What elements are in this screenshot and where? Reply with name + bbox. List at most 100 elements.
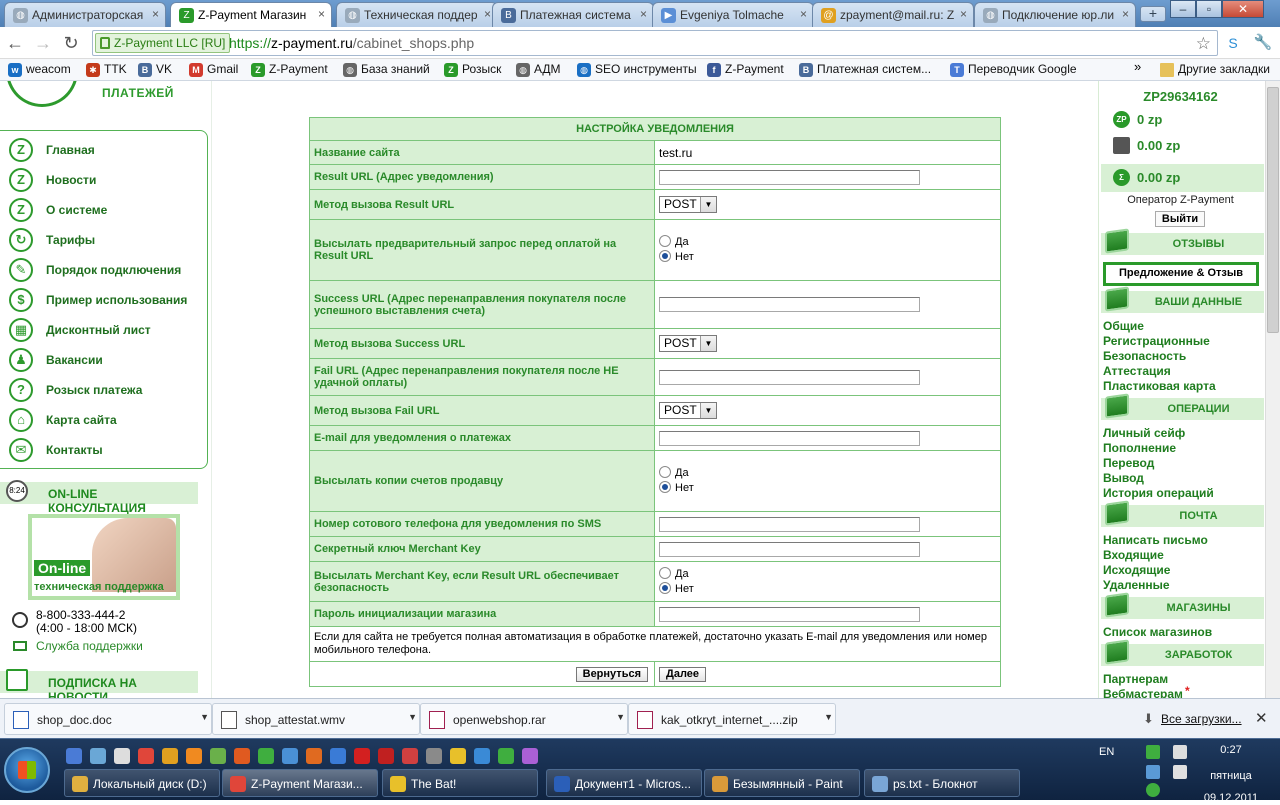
bookmark-item[interactable]: ◍ SEO инструменты <box>577 62 697 77</box>
bookmark-item[interactable]: B Платежная систем... <box>799 62 931 77</box>
quick-launch-icon[interactable] <box>354 748 370 764</box>
bookmark-item[interactable]: ◍ База знаний <box>343 62 430 77</box>
quick-launch-icon[interactable] <box>450 748 466 764</box>
nav-item[interactable]: ↻ Тарифы <box>0 225 206 255</box>
operations-links-link[interactable]: История операций <box>1103 486 1214 500</box>
success-url-input[interactable] <box>659 297 920 312</box>
quick-launch-icon[interactable] <box>522 748 538 764</box>
close-tab-icon[interactable]: × <box>960 7 967 21</box>
shops-links-link[interactable]: Список магазинов <box>1103 625 1212 639</box>
wrench-menu-icon[interactable]: 🔧 <box>1252 32 1274 54</box>
online-support-banner[interactable]: On-line техническая поддержка <box>28 514 180 600</box>
bookmark-item[interactable]: M Gmail <box>189 62 238 77</box>
feedback-button[interactable]: Предложение & Отзыв <box>1103 262 1259 286</box>
quick-launch-icon[interactable] <box>234 748 250 764</box>
bookmark-item[interactable]: Z Розыск <box>444 62 501 77</box>
nav-item[interactable]: Z О системе <box>0 195 206 225</box>
fail-method-select[interactable]: POST ▼ <box>659 402 717 419</box>
tray-volume-icon[interactable] <box>1173 765 1187 779</box>
chevron-down-icon[interactable]: ▼ <box>200 712 209 722</box>
quick-launch-icon[interactable] <box>402 748 418 764</box>
tab-2[interactable]: Z Z-Payment Магазин × <box>170 2 332 28</box>
new-tab-button[interactable]: + <box>1140 6 1166 22</box>
nav-item[interactable]: ? Розыск платежа <box>0 375 206 405</box>
copies-no-option[interactable]: Нет <box>659 481 996 496</box>
taskbar-button[interactable]: Документ1 - Micros... <box>546 769 702 797</box>
nav-item[interactable]: ▦ Дисконтный лист <box>0 315 206 345</box>
close-tab-icon[interactable]: × <box>484 7 491 21</box>
bookmark-item[interactable]: f Z-Payment <box>707 62 784 77</box>
operations-links-link[interactable]: Личный сейф <box>1103 426 1185 440</box>
download-item[interactable]: shop_doc.doc ▼ <box>4 703 212 735</box>
reload-icon[interactable]: ↻ <box>60 32 82 54</box>
ev-certificate-badge[interactable]: Z-Payment LLC [RU] <box>95 33 231 53</box>
taskbar-button[interactable]: ps.txt - Блокнот <box>864 769 1020 797</box>
taskbar-button[interactable]: Безымянный - Paint <box>704 769 860 797</box>
other-bookmarks[interactable]: Другие закладки <box>1160 62 1270 77</box>
quick-launch-icon[interactable] <box>162 748 178 764</box>
quick-launch-icon[interactable] <box>186 748 202 764</box>
page-scrollbar[interactable] <box>1265 81 1280 698</box>
operations-links-link[interactable]: Перевод <box>1103 456 1154 470</box>
close-tab-icon[interactable]: × <box>640 7 647 21</box>
init-password-input[interactable] <box>659 606 920 622</box>
close-tab-icon[interactable]: × <box>318 7 325 21</box>
your-data-links-link[interactable]: Безопасность <box>1103 349 1186 363</box>
nav-item[interactable]: ⌂ Карта сайта <box>0 405 206 435</box>
send-key-no-option[interactable]: Нет <box>659 581 996 597</box>
nav-item[interactable]: Z Главная <box>0 135 206 165</box>
your-data-links-link[interactable]: Регистрационные <box>1103 334 1210 348</box>
bookmark-star-icon[interactable]: ☆ <box>1196 34 1211 54</box>
quick-launch-icon[interactable] <box>282 748 298 764</box>
chevron-down-icon[interactable]: ▼ <box>408 712 417 722</box>
tab-3[interactable]: ◍ Техническая поддер × <box>336 2 498 27</box>
mail-links-link[interactable]: Входящие <box>1103 548 1164 562</box>
quick-launch-icon[interactable] <box>426 748 442 764</box>
quick-launch-icon[interactable] <box>138 748 154 764</box>
tab-5[interactable]: ▶ Evgeniya Tolmache × <box>652 2 814 27</box>
nav-item[interactable]: ♟ Вакансии <box>0 345 206 375</box>
bookmark-item[interactable]: w weacom <box>8 62 71 77</box>
skype-extension-icon[interactable]: S <box>1222 32 1244 54</box>
taskbar-button[interactable]: Z-Payment Магази... <box>222 769 378 797</box>
sms-phone-input[interactable] <box>659 516 920 532</box>
mail-links-link[interactable]: Удаленные <box>1103 578 1170 592</box>
copies-yes-option[interactable]: Да <box>659 466 996 481</box>
prerequest-yes-radio[interactable] <box>659 235 671 247</box>
language-indicator[interactable]: EN <box>1099 746 1114 758</box>
tab-6[interactable]: @ zpayment@mail.ru: Z × <box>812 2 974 27</box>
quick-launch-icon[interactable] <box>210 748 226 764</box>
back-button[interactable]: Вернуться <box>575 666 648 682</box>
support-service-link[interactable]: Служба поддержки <box>36 639 143 653</box>
earnings-links-link[interactable]: Вебмастерам <box>1103 687 1183 698</box>
tray-security-icon[interactable] <box>1146 783 1160 797</box>
close-window-button[interactable]: ✕ <box>1222 0 1264 18</box>
all-downloads-link[interactable]: Все загрузки... <box>1161 712 1242 726</box>
forward-icon[interactable]: → <box>32 32 54 54</box>
success-method-select[interactable]: POST ▼ <box>659 335 717 352</box>
nav-item[interactable]: ✎ Порядок подключения <box>0 255 206 285</box>
operations-links-link[interactable]: Пополнение <box>1103 441 1176 455</box>
bookmark-item[interactable]: T Переводчик Google <box>950 62 1077 77</box>
result-url-input[interactable] <box>659 169 920 185</box>
merchant-key-input[interactable] <box>659 541 920 557</box>
earnings-links-link[interactable]: Партнерам <box>1103 672 1168 686</box>
next-button[interactable]: Далее <box>659 666 707 682</box>
logout-button[interactable]: Выйти <box>1155 211 1205 227</box>
nav-item[interactable]: $ Пример использования <box>0 285 206 315</box>
system-clock[interactable]: 0:27 пятница 09.12.2011 <box>1196 743 1266 805</box>
operations-links-link[interactable]: Вывод <box>1103 471 1144 485</box>
nav-item[interactable]: ✉ Контакты <box>0 435 206 465</box>
fail-url-input[interactable] <box>659 369 920 385</box>
tab-4[interactable]: B Платежная система × <box>492 2 654 27</box>
tray-network-icon[interactable] <box>1146 765 1160 779</box>
copies-yes-radio[interactable] <box>659 466 671 478</box>
tray-document-icon[interactable] <box>1173 745 1187 759</box>
start-button[interactable] <box>4 747 50 793</box>
tab-7[interactable]: ◍ Подключение юр.ли × <box>974 2 1136 27</box>
tray-app-icon[interactable] <box>1146 745 1160 759</box>
minimize-button[interactable]: – <box>1170 0 1196 18</box>
nav-item[interactable]: Z Новости <box>0 165 206 195</box>
maximize-button[interactable]: ▫ <box>1196 0 1222 18</box>
quick-launch-icon[interactable] <box>306 748 322 764</box>
